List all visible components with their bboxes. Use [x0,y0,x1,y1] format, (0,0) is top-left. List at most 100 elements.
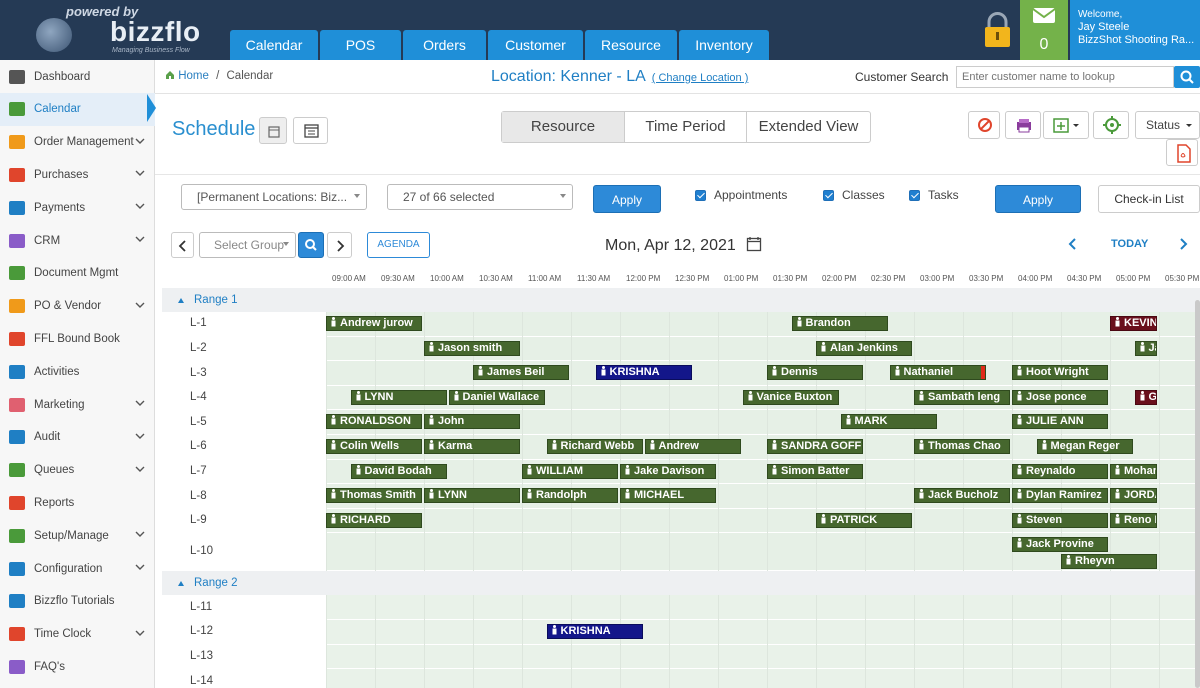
event-block[interactable]: SANDRA GOFF [767,439,863,454]
event-block[interactable]: Hoot Wright [1012,365,1108,381]
status-dropdown[interactable]: Status [1135,111,1200,139]
today-button[interactable]: TODAY [1111,238,1148,250]
event-block[interactable]: Reynaldo [1012,463,1108,479]
event-block[interactable]: Jason smith [424,340,520,356]
nav-inventory[interactable]: Inventory [679,30,769,60]
event-block[interactable]: Dennis [767,365,863,381]
appointments-checkbox[interactable]: Appointments [695,188,787,202]
event-block[interactable]: Andrew [644,439,741,454]
event-block[interactable]: G [1134,389,1157,405]
collapse-caret-icon[interactable] [178,581,184,587]
nav-customer[interactable]: Customer [488,30,583,60]
tab-resource[interactable]: Resource [502,112,625,142]
event-block[interactable]: Reno NORNI [1110,512,1157,528]
locate-button[interactable] [1093,111,1129,139]
event-block[interactable]: WILLIAM [522,463,618,479]
event-block[interactable]: JULIE ANN [1012,414,1108,430]
checkbox-checked[interactable] [823,189,834,201]
event-block[interactable]: Megan Reger [1036,439,1133,454]
resource-row[interactable] [326,644,1200,670]
bizzflo-logo[interactable]: powered by bizzflo Managing Business Flo… [30,4,200,56]
checkbox-checked[interactable] [909,189,920,201]
resource-select-dropdown[interactable]: 27 of 66 selected [387,184,573,210]
tab-extended-view[interactable]: Extended View [747,112,870,142]
event-block[interactable]: James Beil [473,365,569,381]
chevron-down-icon[interactable] [135,398,145,408]
event-block[interactable]: Randolph [522,488,618,504]
sidebar-item-payments[interactable]: Payments [0,191,155,224]
sidebar-item-faq-s[interactable]: FAQ's [0,650,155,683]
event-block[interactable]: KEVIN [1110,316,1157,331]
sidebar-item-purchases[interactable]: Purchases [0,158,155,191]
messages-button[interactable]: 0 [1020,0,1068,60]
sidebar-item-document-mgmt[interactable]: Document Mgmt [0,257,155,290]
location-filter-dropdown[interactable]: [Permanent Locations: Biz... [181,184,367,210]
collapse-caret-icon[interactable] [178,298,184,303]
sidebar-item-reports[interactable]: Reports [0,486,155,519]
lock-button[interactable] [975,0,1020,60]
event-block[interactable]: Jose ponce [1012,389,1108,405]
chevron-down-icon[interactable] [135,431,145,441]
event-block[interactable]: Colin Wells [326,439,422,454]
nav-calendar[interactable]: Calendar [230,30,318,60]
sidebar-item-dashboard[interactable]: Dashboard [0,60,155,93]
event-block[interactable]: Brandon [791,316,888,331]
sidebar-item-calendar[interactable]: Calendar [0,92,155,126]
event-block[interactable]: Vanice Buxton [742,389,839,405]
tab-time-period[interactable]: Time Period [625,112,747,142]
breadcrumb-home[interactable]: Home [178,70,209,82]
event-block[interactable]: Sambath leng [914,389,1010,405]
event-block[interactable]: Jack Provine [1012,537,1108,553]
chevron-down-icon[interactable] [135,529,145,539]
event-block[interactable]: Alan Jenkins [816,340,912,356]
date-picker-button[interactable] [293,117,328,144]
event-block[interactable]: Andrew jurow [326,316,422,331]
apply-types-button[interactable]: Apply [995,185,1081,213]
chevron-down-icon[interactable] [135,201,145,211]
event-block[interactable]: Steven [1012,512,1108,528]
chevron-down-icon[interactable] [135,562,145,572]
event-block[interactable]: Rheyvn [1061,554,1157,570]
tasks-checkbox[interactable]: Tasks [909,188,959,202]
next-day-icon[interactable] [1177,237,1189,251]
resource-row[interactable] [326,620,1200,645]
sidebar-item-queues[interactable]: Queues [0,454,155,487]
check-in-list-button[interactable]: Check-in List [1098,185,1200,213]
cancel-button[interactable] [968,111,1000,139]
range-header[interactable]: Range 1 [162,288,1200,312]
customer-search-button[interactable] [1174,66,1200,88]
sidebar-item-marketing[interactable]: Marketing [0,388,155,421]
event-block[interactable]: Thomas Chao [914,439,1010,454]
customer-search-input[interactable] [956,66,1174,88]
event-block[interactable]: Jack Bucholz [914,488,1010,504]
calendar-small-button[interactable] [259,117,287,144]
grid-scrollbar[interactable] [1195,300,1200,688]
resource-row[interactable] [326,669,1200,688]
event-block[interactable]: Karma [424,439,520,454]
print-button[interactable] [1005,111,1041,139]
change-location-link[interactable]: ( Change Location ) [652,72,749,84]
event-block[interactable]: Mohamoud [1110,463,1157,479]
add-event-button[interactable] [1043,111,1089,139]
sidebar-item-audit[interactable]: Audit [0,421,155,454]
event-block[interactable]: Daniel Wallace [448,389,545,405]
resource-row[interactable] [326,595,1200,620]
apply-filter-button[interactable]: Apply [593,185,661,213]
prev-day-icon[interactable] [1067,237,1079,251]
event-block[interactable]: Richard Webb [546,439,643,454]
event-block[interactable]: LYNN [350,389,447,405]
event-block[interactable]: Nathaniel [889,365,986,381]
sidebar-item-ffl-bound-book[interactable]: FFL Bound Book [0,322,155,355]
event-block[interactable]: RONALDSON [326,414,422,430]
event-block[interactable]: KRISHNA [595,365,692,381]
event-block[interactable]: LYNN [424,488,520,504]
sidebar-item-activities[interactable]: Activities [0,355,155,388]
sidebar-item-po-vendor[interactable]: PO & Vendor [0,290,155,323]
nav-orders[interactable]: Orders [403,30,486,60]
chevron-down-icon[interactable] [135,234,145,244]
chevron-down-icon[interactable] [135,628,145,638]
chevron-down-icon[interactable] [135,464,145,474]
classes-checkbox[interactable]: Classes [823,188,885,202]
sidebar-item-time-clock[interactable]: Time Clock [0,618,155,651]
resource-row[interactable] [326,312,1200,337]
